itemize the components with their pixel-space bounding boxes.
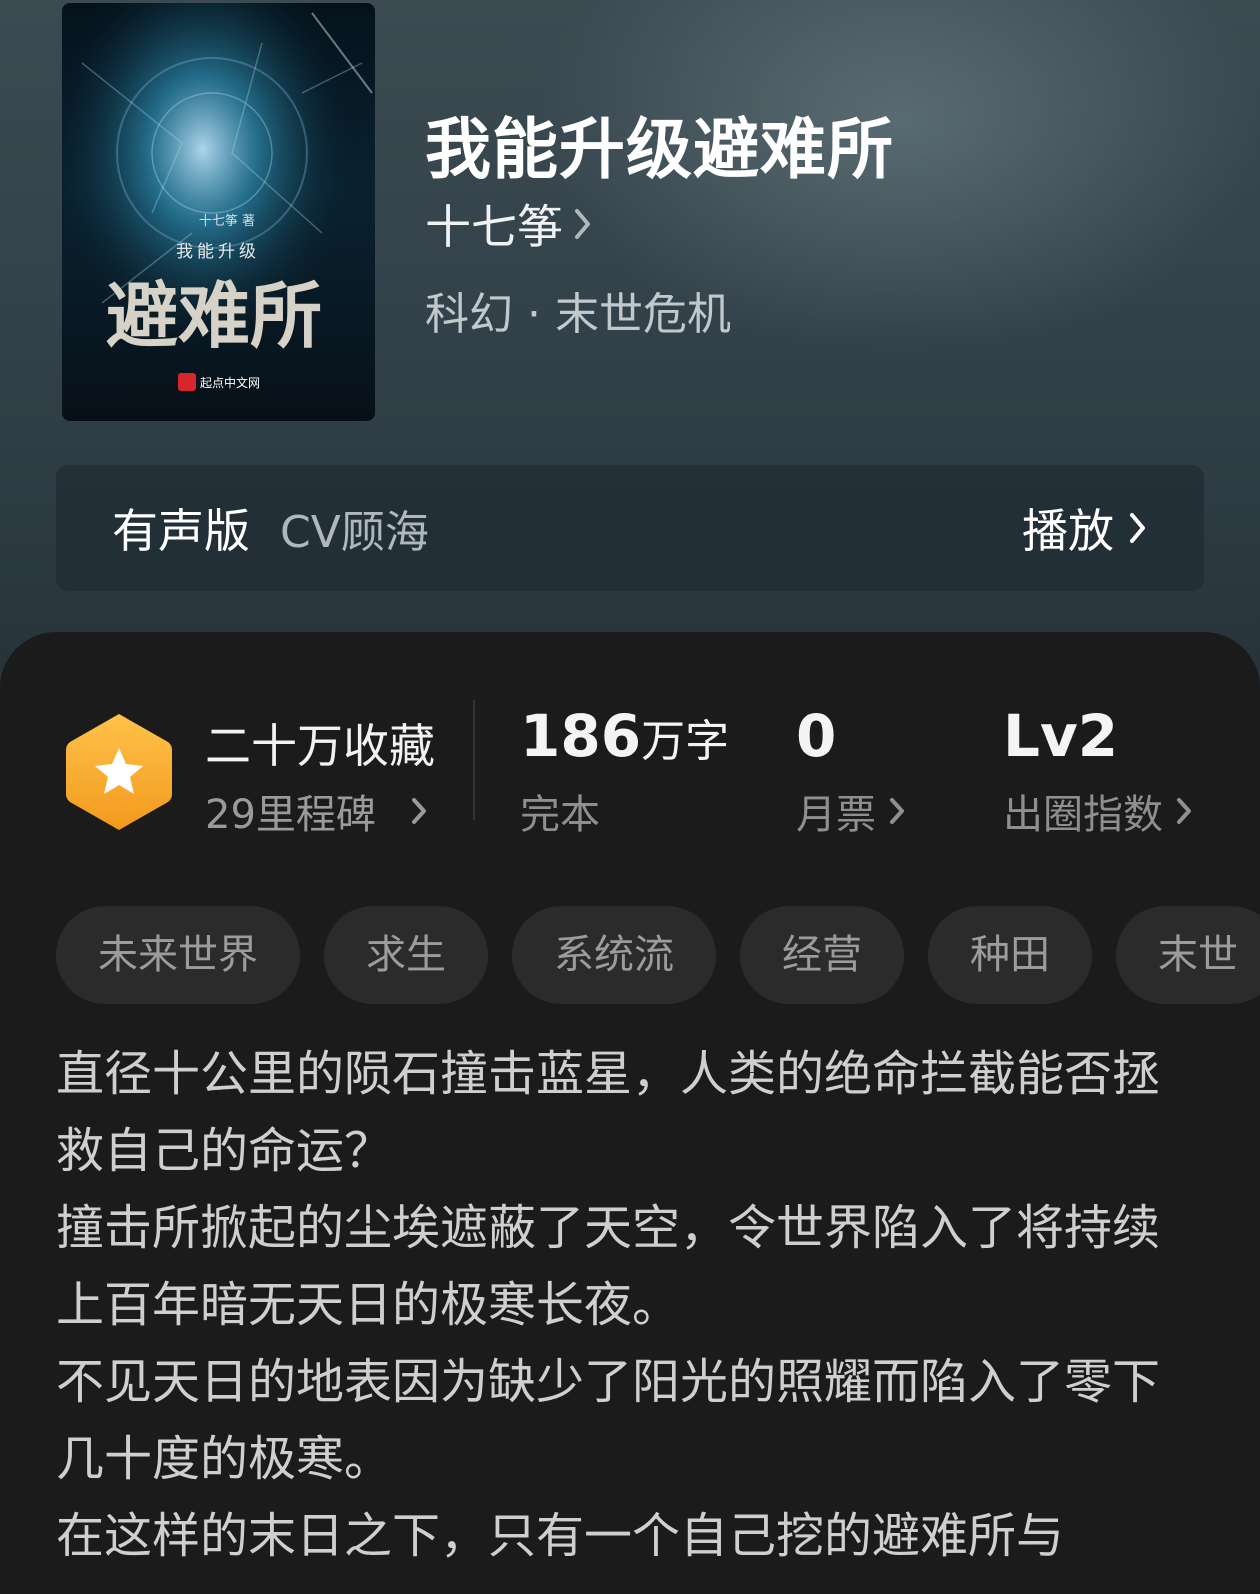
- tag-chip[interactable]: 系统流: [512, 906, 716, 1004]
- play-label: 播放: [1022, 504, 1114, 558]
- word-count-value: 186: [520, 702, 642, 770]
- tag-chip[interactable]: 种田: [928, 906, 1092, 1004]
- star-badge-icon: [66, 714, 172, 830]
- tag-chip[interactable]: 求生: [324, 906, 488, 1004]
- chevron-right-icon: [575, 209, 590, 239]
- audiobook-label: 有声版: [112, 504, 250, 558]
- description-paragraph: 在这样的末日之下，只有一个自己挖的避难所与: [56, 1508, 1065, 1564]
- milestone-label: 29里程碑: [205, 792, 376, 838]
- tag-chip[interactable]: 未来世界: [56, 906, 300, 1004]
- milestone-link[interactable]: 29里程碑: [205, 782, 428, 840]
- breakout-index-label-row: 出圈指数: [1003, 782, 1193, 840]
- chevron-right-icon: [411, 798, 426, 824]
- chevron-right-icon: [890, 798, 904, 824]
- collection-count: 二十万收藏: [205, 719, 435, 773]
- word-count-stat: 186万字 完本: [520, 702, 729, 840]
- breakout-index-stat[interactable]: Lv2 出圈指数: [1003, 702, 1193, 840]
- word-count-value-row: 186万字: [520, 702, 729, 770]
- book-title: 我能升级避难所: [425, 110, 894, 188]
- breakout-index-value: Lv2: [1003, 702, 1119, 770]
- audiobook-bar[interactable]: 有声版 CV顾海 播放: [56, 465, 1204, 591]
- cover-author: 十七筝 著: [199, 213, 255, 229]
- completion-label: 完本: [520, 792, 600, 838]
- chevron-right-icon: [1130, 513, 1145, 543]
- cover-publisher: 起点中文网: [200, 375, 260, 390]
- genre-label[interactable]: 科幻 · 末世危机: [425, 278, 731, 342]
- author-name: 十七筝: [425, 200, 563, 254]
- play-button[interactable]: 播放: [1022, 495, 1148, 561]
- description-paragraph: 直径十公里的陨石撞击蓝星，人类的绝命拦截能否拯救自己的命运？: [56, 1046, 1161, 1179]
- narrator-label: CV顾海: [280, 507, 429, 558]
- stats-divider: [473, 700, 475, 820]
- book-description: 直径十公里的陨石撞击蓝星，人类的绝命拦截能否拯救自己的命运？ 撞击所掀起的尘埃遮…: [56, 1036, 1206, 1575]
- book-info-card: 二十万收藏 29里程碑 186万字 完本 0 月票 Lv2 出圈指数 未来世界 …: [0, 632, 1260, 1594]
- monthly-ticket-label-row: 月票: [796, 782, 906, 840]
- cover-art: 十七筝 著 我能升级 避难所 起点中文网: [62, 3, 375, 421]
- description-paragraph: 不见天日的地表因为缺少了阳光的照耀而陷入了零下几十度的极寒。: [56, 1354, 1161, 1487]
- book-cover[interactable]: 十七筝 著 我能升级 避难所 起点中文网: [62, 3, 375, 421]
- stats-row: 二十万收藏 29里程碑 186万字 完本 0 月票 Lv2 出圈指数: [0, 632, 1260, 852]
- author-link[interactable]: 十七筝: [425, 196, 593, 254]
- publisher-logo: [178, 373, 196, 391]
- tag-chip[interactable]: 经营: [740, 906, 904, 1004]
- word-count-unit: 万字: [641, 716, 730, 767]
- cover-title-large: 避难所: [106, 273, 322, 358]
- completion-status: 完本: [520, 782, 729, 840]
- tag-list: 未来世界 求生 系统流 经营 种田 末世: [56, 906, 1260, 1006]
- chevron-right-icon: [1177, 798, 1191, 824]
- description-paragraph: 撞击所掀起的尘埃遮蔽了天空，令世界陷入了将持续上百年暗无天日的极寒长夜。: [56, 1200, 1161, 1333]
- breakout-index-label: 出圈指数: [1003, 792, 1163, 838]
- monthly-ticket-stat[interactable]: 0 月票: [796, 702, 906, 840]
- monthly-ticket-value: 0: [796, 702, 837, 770]
- cover-title-small: 我能升级: [176, 242, 260, 262]
- tag-chip[interactable]: 末世: [1116, 906, 1260, 1004]
- monthly-ticket-label: 月票: [796, 792, 876, 838]
